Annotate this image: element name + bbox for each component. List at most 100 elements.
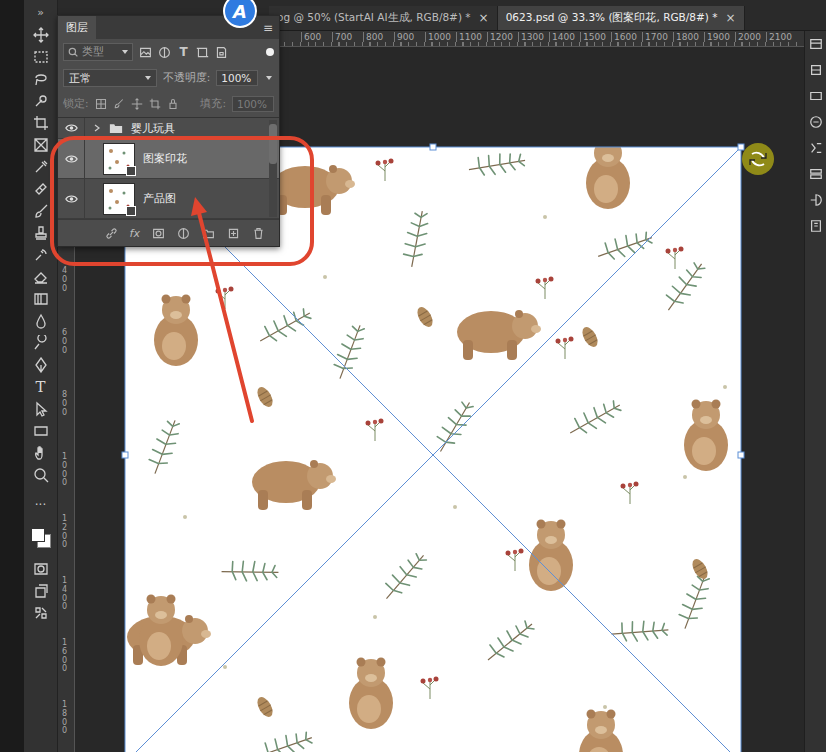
folder-icon[interactable] [202, 227, 215, 240]
opacity-dropdown[interactable] [264, 76, 274, 80]
layer-list: 婴儿玩具图案印花产品图 [58, 117, 279, 219]
filter-icon[interactable] [215, 46, 228, 59]
layers-tab[interactable]: 图层 [58, 16, 96, 39]
tool-button[interactable] [29, 464, 53, 486]
tool-button[interactable] [29, 112, 53, 134]
visibility-toggle[interactable] [58, 179, 85, 218]
tool-icon [33, 423, 49, 439]
type-tool[interactable]: T [29, 376, 53, 398]
layers-panel: 图层≡类型T正常不透明度:100%锁定:填充:100%婴儿玩具图案印花产品图fx [57, 15, 280, 247]
toolbar: » T ··· [24, 0, 58, 752]
tool-button[interactable] [29, 310, 53, 332]
scroll-thumb[interactable] [269, 124, 277, 164]
ruler-label: 800 [363, 32, 383, 42]
layer-thumbnail [103, 143, 135, 175]
tool-button[interactable] [29, 200, 53, 222]
tool-icon [33, 605, 49, 621]
lock-label: 锁定: [63, 97, 89, 111]
tool-button[interactable] [29, 134, 53, 156]
red-annotation [0, 0, 826, 752]
lock-row: 锁定:填充:100% [58, 91, 279, 117]
tool-button[interactable] [29, 24, 53, 46]
panel-button[interactable] [807, 141, 825, 155]
layer-row[interactable]: 婴儿玩具 [58, 118, 279, 139]
tool-button[interactable] [29, 222, 53, 244]
chevron-icon[interactable] [93, 124, 101, 132]
tool-button[interactable] [29, 602, 53, 624]
tool-button[interactable] [29, 68, 53, 90]
tool-button[interactable] [29, 398, 53, 420]
tool-button[interactable] [29, 266, 53, 288]
foreground-swatch[interactable] [31, 528, 45, 542]
filter-row: 类型 T [58, 39, 279, 65]
layer-row[interactable]: 图案印花 [58, 139, 279, 179]
folder-icon [109, 123, 123, 134]
new-layer-icon[interactable] [227, 227, 240, 240]
tool-button[interactable] [29, 420, 53, 442]
ruler-label: 1900 [704, 32, 730, 42]
lock-icon[interactable] [95, 98, 107, 110]
ruler-label: 1800 [673, 32, 699, 42]
tool-icon [33, 159, 49, 175]
lock-icon[interactable] [167, 98, 179, 110]
fill-field[interactable]: 100% [232, 96, 274, 112]
tool-button[interactable] [29, 442, 53, 464]
document-tab[interactable]: 0623.psd @ 33.3% (图案印花, RGB/8#) *× [498, 6, 745, 30]
panel-button[interactable] [807, 63, 825, 77]
layer-style-button[interactable]: fx [130, 227, 140, 240]
panel-icon [809, 167, 823, 181]
panel-button[interactable] [807, 219, 825, 233]
tool-button[interactable] [29, 558, 53, 580]
more-tools[interactable]: ··· [29, 494, 53, 516]
ruler-label: 1600 [611, 32, 637, 42]
ruler-label: 700 [332, 32, 352, 42]
panel-button[interactable] [807, 37, 825, 51]
tool-button[interactable] [29, 156, 53, 178]
mask-icon[interactable] [152, 227, 165, 240]
filter-icon[interactable] [196, 46, 209, 59]
tool-button[interactable] [29, 90, 53, 112]
close-tab-button[interactable]: × [726, 11, 736, 25]
filter-dropdown[interactable]: 类型 [63, 43, 133, 61]
scrollbar[interactable] [269, 120, 277, 217]
lock-icon[interactable] [149, 98, 161, 110]
opacity-field[interactable]: 100% [216, 70, 258, 86]
layer-thumbnail [103, 183, 135, 215]
visibility-toggle[interactable] [58, 139, 85, 178]
layer-row[interactable]: 产品图 [58, 179, 279, 219]
panel-icon [809, 63, 823, 77]
filter-toggle[interactable] [266, 48, 274, 56]
panel-button[interactable] [807, 89, 825, 103]
tool-button[interactable] [29, 288, 53, 310]
panel-button[interactable] [807, 115, 825, 129]
ruler-label: 1100 [456, 32, 482, 42]
type-filter-button[interactable]: T [177, 45, 190, 59]
tool-button[interactable] [29, 332, 53, 354]
filter-icon[interactable] [158, 46, 171, 59]
lock-icon[interactable] [113, 98, 125, 110]
close-tab-button[interactable]: × [479, 11, 489, 25]
panel-button[interactable] [807, 193, 825, 207]
search-icon [68, 47, 78, 57]
blend-mode-dropdown[interactable]: 正常 [63, 69, 157, 87]
link-icon[interactable] [105, 227, 118, 240]
tool-button[interactable] [29, 354, 53, 376]
tool-button[interactable] [29, 580, 53, 602]
panel-menu-button[interactable]: ≡ [257, 21, 279, 39]
color-swatches[interactable] [29, 526, 53, 550]
document-tab[interactable]: og @ 50% (StartAI AI生成, RGB/8#) *× [269, 6, 498, 30]
toolbar-collapse[interactable]: » [37, 0, 44, 24]
tool-icon [33, 137, 49, 153]
filter-icon[interactable] [139, 46, 152, 59]
eye-icon [65, 194, 78, 204]
trash-icon[interactable] [252, 227, 265, 240]
panel-button[interactable] [807, 167, 825, 181]
tool-button[interactable] [29, 46, 53, 68]
tool-button[interactable] [29, 178, 53, 200]
lock-icon[interactable] [131, 98, 143, 110]
tool-icon [33, 225, 49, 241]
visibility-toggle[interactable] [58, 118, 85, 138]
tool-button[interactable] [29, 244, 53, 266]
tool-icon [33, 561, 49, 577]
adjustment-icon[interactable] [177, 227, 190, 240]
